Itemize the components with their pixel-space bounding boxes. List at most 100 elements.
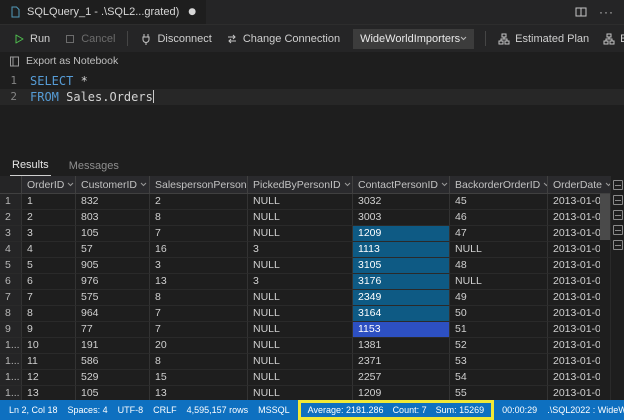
- grid-cell[interactable]: 1: [22, 194, 76, 210]
- grid-cell[interactable]: 2371: [353, 354, 450, 370]
- chevron-down-icon[interactable]: [602, 182, 610, 187]
- row-number[interactable]: 6: [0, 274, 22, 290]
- row-number[interactable]: 1...: [0, 354, 22, 370]
- code-editor[interactable]: 1 SELECT * 2 FROM Sales.Orders: [0, 70, 624, 154]
- grid-cell[interactable]: 976: [76, 274, 150, 290]
- grid-cell[interactable]: NULL: [248, 338, 353, 354]
- grid-cell[interactable]: 529: [76, 370, 150, 386]
- grid-cell[interactable]: 8: [150, 354, 248, 370]
- grid-cell[interactable]: 55: [450, 386, 548, 400]
- grid-cell[interactable]: 2: [22, 210, 76, 226]
- grid-cell[interactable]: 1113: [353, 242, 450, 258]
- scrollbar-thumb[interactable]: [600, 194, 610, 240]
- chevron-down-icon[interactable]: [438, 182, 448, 187]
- grid-cell[interactable]: NULL: [248, 210, 353, 226]
- grid-cell[interactable]: NULL: [248, 290, 353, 306]
- grid-cell[interactable]: 3: [248, 242, 353, 258]
- grid-cell[interactable]: NULL: [248, 322, 353, 338]
- enable-actual-plan-button[interactable]: Enable Actual Plan: [596, 28, 624, 50]
- row-number[interactable]: 3: [0, 226, 22, 242]
- grid-cell[interactable]: 575: [76, 290, 150, 306]
- disconnect-button[interactable]: Disconnect: [133, 28, 218, 50]
- status-line-col[interactable]: Ln 2, Col 18: [4, 405, 63, 415]
- grid-cell[interactable]: NULL: [450, 242, 548, 258]
- database-dropdown[interactable]: WideWorldImporters: [353, 28, 475, 49]
- save-excel-icon[interactable]: [612, 195, 623, 205]
- grid-cell[interactable]: 15: [150, 370, 248, 386]
- grid-cell[interactable]: 7: [22, 290, 76, 306]
- grid-cell[interactable]: 105: [76, 226, 150, 242]
- grid-cell[interactable]: 47: [450, 226, 548, 242]
- grid-cell[interactable]: 13: [22, 386, 76, 400]
- tab-results[interactable]: Results: [10, 157, 51, 176]
- grid-cell[interactable]: 2349: [353, 290, 450, 306]
- grid-cell[interactable]: 3: [150, 258, 248, 274]
- grid-cell[interactable]: 51: [450, 322, 548, 338]
- grid-cell[interactable]: 46: [450, 210, 548, 226]
- grid-cell[interactable]: 964: [76, 306, 150, 322]
- show-chart-icon[interactable]: [612, 240, 623, 250]
- grid-cell[interactable]: NULL: [248, 386, 353, 400]
- grid-cell[interactable]: 20: [150, 338, 248, 354]
- column-header-contactpersonid[interactable]: ContactPersonID: [353, 176, 450, 194]
- column-header-pickedbypersonid[interactable]: PickedByPersonID: [248, 176, 353, 194]
- grid-cell[interactable]: 13: [150, 274, 248, 290]
- results-scrollbar[interactable]: [600, 194, 610, 400]
- column-header-customerid[interactable]: CustomerID: [76, 176, 150, 194]
- grid-cell[interactable]: 2257: [353, 370, 450, 386]
- row-number[interactable]: 5: [0, 258, 22, 274]
- row-number[interactable]: 1...: [0, 338, 22, 354]
- tab-sqlquery[interactable]: SQLQuery_1 - .\SQL2...grated) ●: [0, 0, 207, 24]
- column-header-orderdate[interactable]: OrderDate: [548, 176, 610, 194]
- selection-summary-highlight[interactable]: Average: 2181.286 Count: 7 Sum: 15269: [297, 400, 495, 420]
- grid-cell[interactable]: NULL: [248, 226, 353, 242]
- grid-cell[interactable]: 2: [150, 194, 248, 210]
- grid-cell[interactable]: 3164: [353, 306, 450, 322]
- status-row-count[interactable]: 4,595,157 rows: [182, 405, 254, 415]
- grid-cell[interactable]: 53: [450, 354, 548, 370]
- grid-cell[interactable]: NULL: [248, 354, 353, 370]
- save-json-icon[interactable]: [612, 210, 623, 220]
- grid-cell[interactable]: 7: [150, 322, 248, 338]
- grid-cell[interactable]: 191: [76, 338, 150, 354]
- grid-cell[interactable]: 54: [450, 370, 548, 386]
- grid-cell[interactable]: NULL: [248, 194, 353, 210]
- grid-cell[interactable]: 803: [76, 210, 150, 226]
- grid-cell[interactable]: 50: [450, 306, 548, 322]
- grid-cell[interactable]: 4: [22, 242, 76, 258]
- grid-cell[interactable]: NULL: [248, 370, 353, 386]
- export-notebook-bar[interactable]: Export as Notebook: [0, 52, 624, 70]
- status-encoding[interactable]: UTF-8: [113, 405, 149, 415]
- chevron-down-icon[interactable]: [341, 182, 351, 187]
- chevron-down-icon[interactable]: [137, 182, 147, 187]
- status-elapsed-time[interactable]: 00:00:29: [497, 405, 542, 415]
- grid-cell[interactable]: 905: [76, 258, 150, 274]
- grid-cell[interactable]: 16: [150, 242, 248, 258]
- grid-cell[interactable]: 57: [76, 242, 150, 258]
- tab-messages[interactable]: Messages: [67, 158, 121, 176]
- row-number[interactable]: 7: [0, 290, 22, 306]
- grid-cell[interactable]: 13: [150, 386, 248, 400]
- chevron-down-icon[interactable]: [540, 182, 547, 187]
- grid-cell[interactable]: 1381: [353, 338, 450, 354]
- row-number[interactable]: 2: [0, 210, 22, 226]
- select-all-corner[interactable]: [0, 176, 22, 194]
- column-header-orderid[interactable]: OrderID: [22, 176, 76, 194]
- grid-cell[interactable]: 8: [150, 210, 248, 226]
- column-header-backorderorderid[interactable]: BackorderOrderID: [450, 176, 548, 194]
- grid-cell[interactable]: NULL: [248, 258, 353, 274]
- grid-cell[interactable]: 3032: [353, 194, 450, 210]
- grid-cell[interactable]: 8: [150, 290, 248, 306]
- grid-cell[interactable]: 52: [450, 338, 548, 354]
- grid-cell[interactable]: NULL: [450, 274, 548, 290]
- grid-cell[interactable]: 3: [248, 274, 353, 290]
- estimated-plan-button[interactable]: Estimated Plan: [491, 28, 596, 50]
- run-button[interactable]: Run: [6, 28, 57, 50]
- grid-cell[interactable]: 1209: [353, 226, 450, 242]
- status-language-mode[interactable]: MSSQL: [253, 405, 295, 415]
- chevron-down-icon[interactable]: [64, 182, 74, 187]
- grid-cell[interactable]: 3003: [353, 210, 450, 226]
- row-number[interactable]: 4: [0, 242, 22, 258]
- row-number[interactable]: 9: [0, 322, 22, 338]
- cancel-button[interactable]: Cancel: [57, 28, 122, 50]
